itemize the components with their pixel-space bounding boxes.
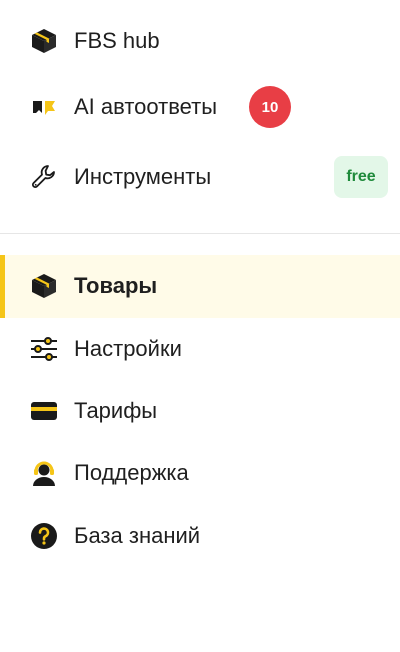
- sidebar-item-fbs-hub[interactable]: FBS hub: [0, 18, 400, 64]
- sidebar-item-ai-autoreplies[interactable]: AI автоответы 10: [0, 84, 400, 130]
- sidebar-item-label: Тарифы: [74, 398, 158, 423]
- headset-user-icon: [30, 459, 58, 487]
- notification-count-badge: 10: [249, 86, 291, 128]
- sidebar-item-tools[interactable]: Инструменты free: [0, 154, 400, 200]
- sidebar-item-label: Настройки: [74, 336, 182, 361]
- card-icon: [30, 397, 58, 425]
- sidebar-item-label: Поддержка: [74, 460, 189, 485]
- free-badge: free: [334, 156, 388, 198]
- sidebar-item-support[interactable]: Поддержка: [0, 450, 400, 496]
- question-circle-icon: [30, 522, 58, 550]
- sidebar-item-knowledge-base[interactable]: База знаний: [0, 513, 400, 559]
- sidebar-item-label: AI автоответы: [74, 94, 218, 119]
- sliders-icon: [30, 335, 58, 363]
- sidebar-nav: FBS hub AI автоответы 10 Инструменты fre…: [0, 0, 400, 652]
- wrench-icon: [30, 163, 58, 191]
- sidebar-item-settings[interactable]: Настройки: [0, 326, 400, 372]
- box-icon: [30, 272, 58, 300]
- sidebar-item-label: База знаний: [74, 523, 201, 548]
- sidebar-item-label: FBS hub: [74, 28, 160, 53]
- section-divider: [0, 233, 400, 234]
- sidebar-item-products[interactable]: Товары: [0, 255, 400, 318]
- sidebar-item-tariffs[interactable]: Тарифы: [0, 388, 400, 434]
- flags-icon: [30, 93, 58, 121]
- box-icon: [30, 27, 58, 55]
- sidebar-item-label: Инструменты: [74, 164, 212, 189]
- sidebar-item-label: Товары: [74, 273, 158, 298]
